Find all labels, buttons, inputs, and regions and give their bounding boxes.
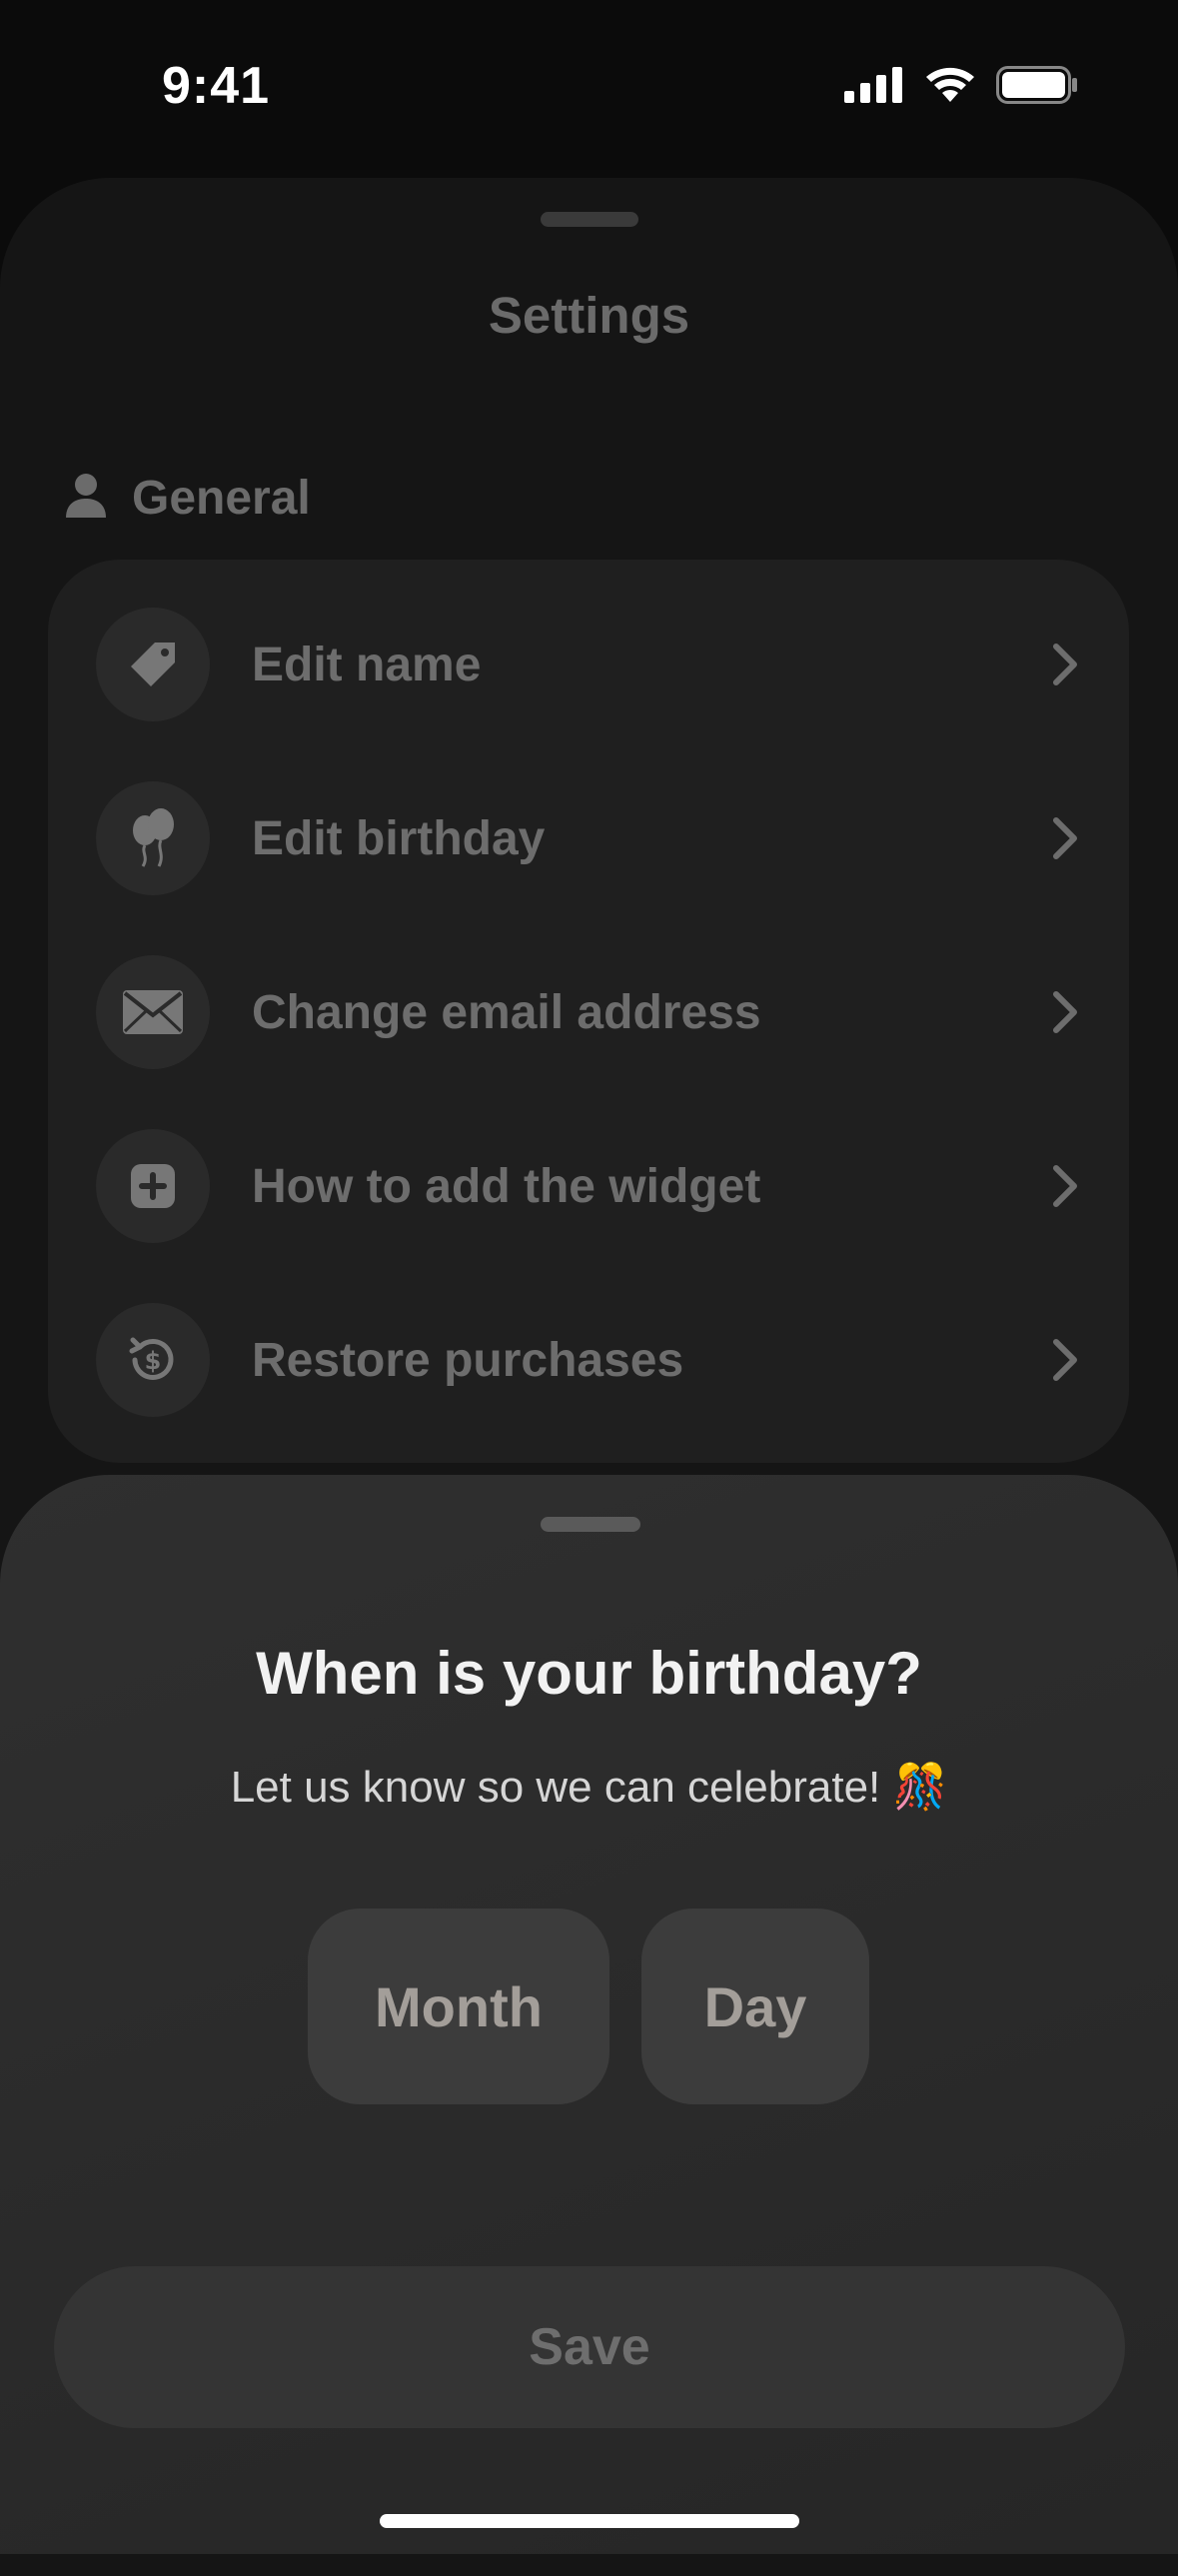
settings-item-label: Edit birthday [252,811,546,865]
settings-item-change-email[interactable]: Change email address [48,925,1129,1099]
chevron-right-icon [1045,1159,1085,1213]
section-header-general: General [64,470,311,526]
wifi-icon [924,66,976,109]
chevron-right-icon [1045,811,1085,865]
section-label: General [132,471,311,525]
chevron-right-icon [1045,638,1085,691]
plus-square-icon [96,1129,210,1243]
settings-item-restore-purchases[interactable]: $ Restore purchases [48,1273,1129,1447]
restore-dollar-icon: $ [96,1303,210,1417]
birthday-sheet-subtitle: Let us know so we can celebrate! 🎊 [230,1763,948,1812]
envelope-icon [96,955,210,1069]
settings-item-add-widget[interactable]: How to add the widget [48,1099,1129,1273]
settings-title: Settings [488,287,690,344]
settings-item-label: How to add the widget [252,1159,761,1213]
settings-grabber[interactable] [541,212,638,227]
chevron-right-icon [1045,985,1085,1039]
balloon-icon [96,781,210,895]
status-bar: 9:41 [0,0,1178,170]
status-icons [844,66,1078,109]
battery-icon [996,66,1078,109]
month-picker-button[interactable]: Month [308,1909,609,2104]
tag-icon [96,608,210,721]
settings-item-edit-birthday[interactable]: Edit birthday [48,751,1129,925]
settings-item-label: Edit name [252,638,482,691]
birthday-sheet-title: When is your birthday? [256,1640,922,1707]
person-icon [64,472,108,525]
svg-text:$: $ [145,1347,162,1375]
day-picker-button[interactable]: Day [641,1909,869,2104]
settings-item-label: Restore purchases [252,1333,684,1387]
cellular-signal-icon [844,67,904,108]
status-time: 9:41 [162,57,271,115]
chevron-right-icon [1045,1333,1085,1387]
birthday-sheet-grabber[interactable] [541,1517,640,1532]
settings-item-edit-name[interactable]: Edit name [48,578,1129,751]
home-indicator[interactable] [380,2514,799,2528]
settings-item-label: Change email address [252,985,761,1039]
save-button[interactable]: Save [54,2266,1125,2428]
